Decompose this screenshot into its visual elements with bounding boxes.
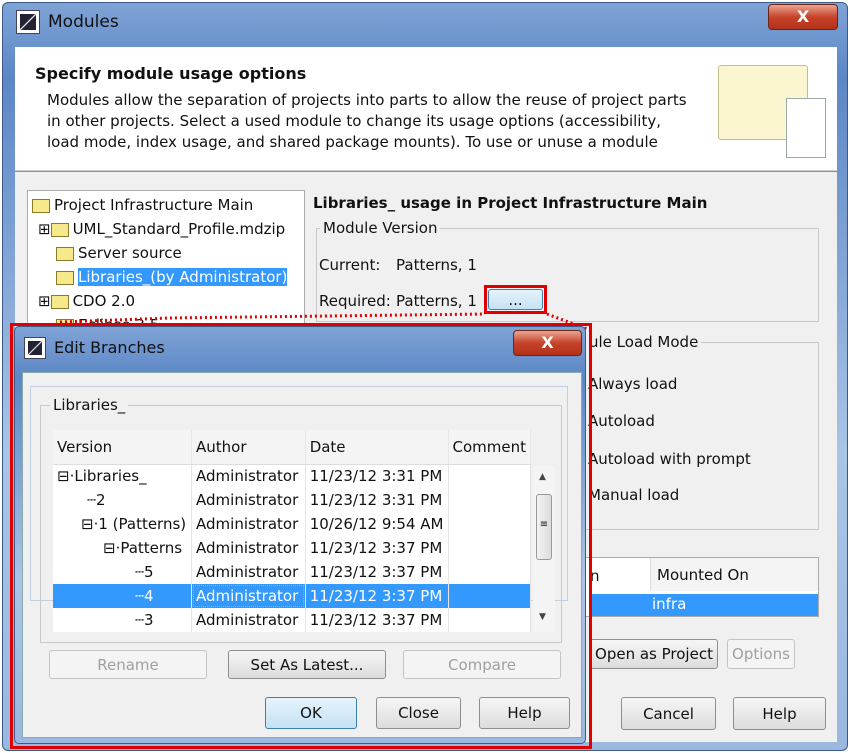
branches-table: Version Author Date Comment ⊟·Libraries_ Adm… [53, 430, 531, 632]
column-header-author[interactable]: Author [191, 430, 306, 465]
table-row[interactable]: ⊟·Libraries_ Administrator 11/23/12 3:31 P… [53, 464, 531, 488]
compare-button[interactable]: Compare [403, 650, 561, 679]
dialog-help-button[interactable]: Help [479, 697, 570, 729]
table-row[interactable]: ┄5 Administrator 11/23/12 3:37 PM [53, 560, 531, 584]
dialog-close-button[interactable]: X [513, 330, 582, 356]
table-row[interactable]: ┄2 Administrator 11/23/12 3:31 PM [53, 488, 531, 512]
table-row-selected[interactable]: ┄4 Administrator 11/23/12 3:37 PM [53, 584, 531, 608]
app-icon [24, 337, 46, 359]
scroll-thumb[interactable]: ≡ [536, 494, 552, 560]
ok-button[interactable]: OK [265, 697, 357, 729]
table-row[interactable]: ⊟·Patterns Administrator 11/23/12 3:37 PM [53, 536, 531, 560]
vertical-scrollbar[interactable]: ▲ ≡ ▼ [533, 466, 555, 632]
column-header-date[interactable]: Date [305, 430, 449, 465]
set-as-latest-button[interactable]: Set As Latest... [228, 650, 386, 679]
column-header-comment[interactable]: Comment [448, 430, 531, 465]
dialog-title: Edit Branches [54, 338, 165, 357]
table-row[interactable]: ⊟·1 (Patterns) Administrator 10/26/12 9:54… [53, 512, 531, 536]
rename-button[interactable]: Rename [49, 650, 207, 679]
scroll-up-icon[interactable]: ▲ [539, 472, 546, 482]
column-header-version[interactable]: Version [53, 430, 193, 465]
close-dialog-button[interactable]: Close [376, 697, 461, 729]
branches-group-label: Libraries_ [50, 396, 129, 414]
table-row[interactable]: ┄3 Administrator 11/23/12 3:37 PM [53, 608, 531, 632]
scroll-down-icon[interactable]: ▼ [539, 612, 546, 622]
